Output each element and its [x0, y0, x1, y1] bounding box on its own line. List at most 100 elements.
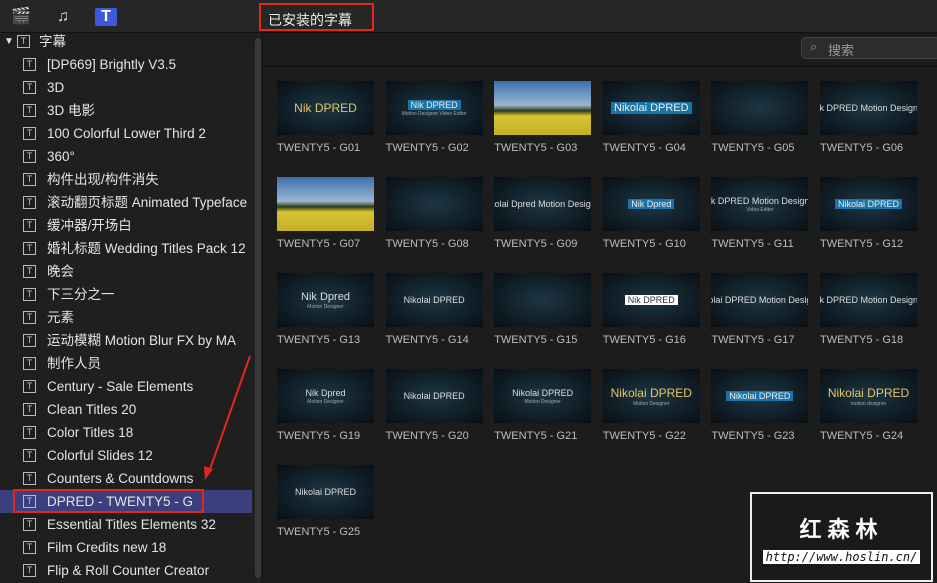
clapper-star-icon[interactable]: 🎬	[10, 8, 32, 26]
sidebar-item[interactable]: T Colorful Slides 12	[0, 444, 252, 467]
disclosure-triangle-icon[interactable]: ▼	[4, 30, 14, 53]
sidebar-item[interactable]: T Flip & Roll Counter Creator	[0, 559, 252, 582]
title-tile[interactable]: Nikolai DPRED TWENTY5 - G20	[385, 369, 486, 442]
title-tile[interactable]: TWENTY5 - G07	[277, 177, 377, 250]
title-tile[interactable]: TWENTY5 - G03	[494, 81, 594, 154]
title-tile[interactable]: Nikolai Dpred Motion Designer TWENTY5 - G…	[494, 177, 594, 250]
sidebar-item[interactable]: T 3D 电影	[0, 99, 252, 122]
sidebar-item[interactable]: T Clean Titles 20	[0, 398, 252, 421]
sidebar-item[interactable]: T 婚礼标题 Wedding Titles Pack 12	[0, 237, 252, 260]
thumbnail-main-text: Nikolai DPRED	[834, 198, 902, 209]
sidebar-item[interactable]: T 运动模糊 Motion Blur FX by MA	[0, 329, 252, 352]
sidebar-item-label: Clean Titles 20	[47, 402, 137, 417]
tile-label: TWENTY5 - G20	[385, 430, 469, 442]
title-tile[interactable]: Nikolai DPRED TWENTY5 - G25	[277, 465, 377, 538]
tile-thumbnail: Nikolai DPRED	[602, 81, 700, 135]
thumbnail-main-text: Nik Dpred	[628, 198, 675, 209]
sidebar-item[interactable]: T 制作人员	[0, 352, 252, 375]
tile-label: TWENTY5 - G17	[711, 334, 795, 346]
thumbnail-main-text: Nik DPRED Motion Designer	[711, 195, 809, 206]
sidebar-group-titles[interactable]: ▼ T 字幕	[0, 30, 252, 53]
sidebar-item[interactable]: T Film Credits new 18	[0, 536, 252, 559]
title-tile[interactable]: Nikolai DPRED TWENTY5 - G23	[711, 369, 811, 442]
sidebar-scrollbar[interactable]	[255, 38, 261, 578]
sidebar-item[interactable]: T Century - Sale Elements	[0, 375, 252, 398]
sidebar-item[interactable]: T Counters & Countdowns	[0, 467, 252, 490]
sidebar-item[interactable]: T 缓冲器/开场白	[0, 214, 252, 237]
sidebar-item[interactable]: T 滚动翻页标题 Animated Typeface	[0, 191, 252, 214]
sidebar-item[interactable]: T 360°	[0, 145, 252, 168]
sidebar-item[interactable]: T 晚会	[0, 260, 252, 283]
title-tile[interactable]: Nik Dpred Motion Designer TWENTY5 - G13	[277, 273, 377, 346]
title-tile[interactable]: TWENTY5 - G05	[711, 81, 811, 154]
title-tile[interactable]: Nik DPRED Motion Designer TWENTY5 - G06	[820, 81, 920, 154]
tile-thumbnail: Nikolai DPRED	[277, 465, 374, 519]
title-tile[interactable]: Nik DPRED Motion Designer TWENTY5 - G18	[820, 273, 920, 346]
title-icon: T	[23, 403, 36, 416]
tile-label: TWENTY5 - G06	[820, 142, 904, 154]
thumbnail-main-text: Nikolai Dpred Motion Designer	[494, 198, 591, 209]
sidebar-item-label: 360°	[47, 149, 75, 164]
title-tile[interactable]: TWENTY5 - G08	[385, 177, 486, 250]
sidebar-item[interactable]: T [DP669] Brightly V3.5	[0, 53, 252, 76]
music-icon[interactable]: ♫	[52, 8, 74, 26]
thumbnail-main-text: Nik Dpred	[301, 290, 350, 303]
sidebar-item-label: 3D 电影	[47, 103, 96, 118]
thumbnail-sub-text: Motion Designer	[307, 303, 344, 310]
title-tile[interactable]: Nikolai DPRED motion designer TWENTY5 - G2…	[820, 369, 920, 442]
selection-highlight-box	[13, 489, 204, 513]
title-tile[interactable]: Nik DPRED Motion DesignerVideo Editor TWE…	[711, 177, 811, 250]
thumbnail-main-text: Nikolai DPRED	[512, 387, 574, 398]
title-icon: T	[23, 334, 36, 347]
sidebar-item-label: 缓冲器/开场白	[47, 218, 132, 233]
library-select[interactable]: 已安装的字幕⌃⌄	[259, 3, 374, 46]
sidebar-item-label: 3D	[47, 80, 65, 95]
title-tile[interactable]: Nik DPRED TWENTY5 - G16	[602, 273, 703, 346]
sidebar-item[interactable]: T 元素	[0, 306, 252, 329]
sidebar-item-label: Film Credits new 18	[47, 540, 167, 555]
title-tile[interactable]: Nikolai DPRED TWENTY5 - G04	[602, 81, 703, 154]
title-tile[interactable]: Nik DPRED Motion Designer Video Editor TWE…	[385, 81, 486, 154]
tile-thumbnail	[494, 81, 592, 135]
thumbnail-sub-text: motion designer	[850, 400, 887, 407]
title-tile[interactable]: Nik Dpred TWENTY5 - G10	[602, 177, 703, 250]
titles-icon[interactable]: T	[95, 8, 117, 26]
title-icon: T	[17, 35, 30, 48]
tile-label: TWENTY5 - G11	[711, 238, 794, 250]
title-icon: T	[23, 311, 36, 324]
title-icon: T	[23, 426, 36, 439]
title-tile[interactable]: Nik Dpred Motion Designer TWENTY5 - G19	[277, 369, 377, 442]
title-tile[interactable]: Nik DPRED TWENTY5 - G01	[277, 81, 377, 154]
thumbnail-main-text: Nik DPRED	[294, 100, 357, 115]
thumbnail-main-text: Nik DPRED Motion Designer	[820, 294, 917, 305]
sidebar-item-label: 元素	[47, 310, 74, 325]
thumbnail-main-text: Nikolai DPRED	[611, 101, 692, 114]
tile-thumbnail: Nik DPRED	[602, 273, 700, 327]
tile-thumbnail: Nik DPRED Motion DesignerVideo Editor	[711, 177, 809, 231]
tile-label: TWENTY5 - G01	[277, 142, 361, 154]
search-input[interactable]: ⌕ 搜索	[801, 37, 937, 59]
tile-label: TWENTY5 - G23	[711, 430, 795, 442]
sidebar-item[interactable]: T 3D	[0, 76, 252, 99]
sidebar-item[interactable]: T 100 Colorful Lower Third 2	[0, 122, 252, 145]
sidebar-item-label: Colorful Slides 12	[47, 448, 153, 463]
sidebar-item[interactable]: T Essential Titles Elements 32	[0, 513, 252, 536]
tile-thumbnail: Nikolai DPRED	[711, 369, 809, 423]
thumbnail-main-text: Nik DPRED	[624, 294, 678, 305]
title-tile[interactable]: Nikolai DPRED TWENTY5 - G12	[820, 177, 920, 250]
title-tile[interactable]: TWENTY5 - G15	[494, 273, 594, 346]
sidebar-item[interactable]: T 下三分之一	[0, 283, 252, 306]
sidebar-item-label: [DP669] Brightly V3.5	[47, 57, 177, 72]
tile-label: TWENTY5 - G07	[277, 238, 361, 250]
title-tile[interactable]: Nikolai DPRED TWENTY5 - G14	[385, 273, 486, 346]
sidebar-item[interactable]: T 构件出现/构件消失	[0, 168, 252, 191]
thumbnail-main-text: Nikolai DPRED	[294, 486, 356, 497]
tile-label: TWENTY5 - G02	[385, 142, 469, 154]
thumbnail-main-text: Nikolai DPRED	[726, 390, 794, 401]
title-tile[interactable]: Nikolai DPRED Motion Designer TWENTY5 - G2…	[494, 369, 594, 442]
title-tile[interactable]: Nikolai DPRED Motion Designer TWENTY5 - G2…	[602, 369, 703, 442]
title-tile[interactable]: Nikolai DPRED Motion Designer TWENTY5 - G…	[711, 273, 811, 346]
title-icon: T	[23, 357, 36, 370]
sidebar-item[interactable]: T Color Titles 18	[0, 421, 252, 444]
title-icon: T	[23, 288, 36, 301]
